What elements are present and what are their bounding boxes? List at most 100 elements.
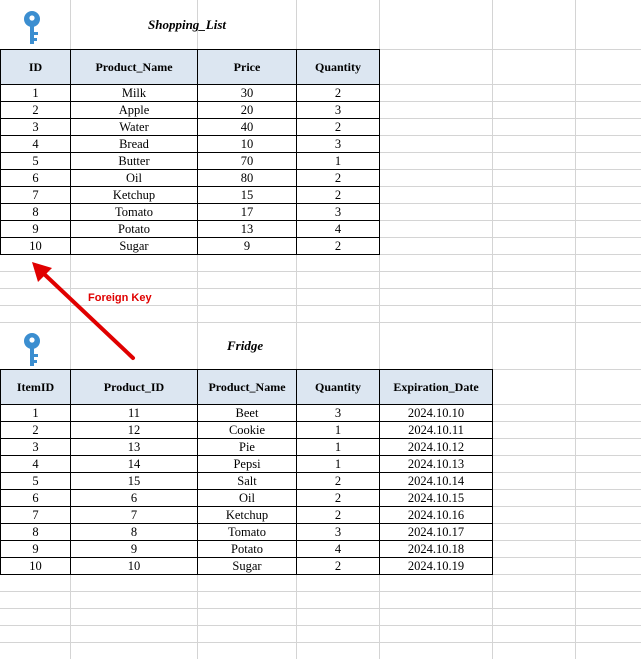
table-cell[interactable]: 2 — [296, 489, 380, 507]
table-cell[interactable]: 7 — [0, 506, 71, 524]
table-cell[interactable]: 2024.10.10 — [379, 404, 493, 422]
table-cell[interactable]: 2 — [296, 118, 380, 136]
table-cell[interactable]: 1 — [296, 438, 380, 456]
table-cell[interactable]: 6 — [0, 489, 71, 507]
table-cell[interactable]: 10 — [197, 135, 297, 153]
table-cell[interactable]: 8 — [0, 203, 71, 221]
table-cell[interactable]: 10 — [70, 557, 198, 575]
table-cell[interactable]: 15 — [197, 186, 297, 204]
table-row: 3 Water 40 2 — [0, 118, 380, 136]
table-cell[interactable]: 1 — [296, 421, 380, 439]
table-cell[interactable]: 1 — [296, 455, 380, 473]
table-cell[interactable]: Ketchup — [70, 186, 198, 204]
table-cell[interactable]: Tomato — [197, 523, 297, 541]
table-cell[interactable]: 10 — [0, 237, 71, 255]
table-cell[interactable]: Pie — [197, 438, 297, 456]
table-cell[interactable]: Pepsi — [197, 455, 297, 473]
table-cell[interactable]: Tomato — [70, 203, 198, 221]
table-cell[interactable]: 2024.10.13 — [379, 455, 493, 473]
table-cell[interactable]: Oil — [70, 169, 198, 187]
table-cell[interactable]: Cookie — [197, 421, 297, 439]
column-header-product-name[interactable]: Product_Name — [197, 369, 297, 405]
column-header-quantity[interactable]: Quantity — [296, 369, 380, 405]
table-cell[interactable]: 3 — [296, 101, 380, 119]
table-cell[interactable]: 9 — [0, 540, 71, 558]
table-cell[interactable]: Potato — [197, 540, 297, 558]
table-cell[interactable]: 3 — [296, 135, 380, 153]
table-cell[interactable]: Sugar — [70, 237, 198, 255]
table-cell[interactable]: Milk — [70, 84, 198, 102]
table-cell[interactable]: 2 — [296, 557, 380, 575]
table-cell[interactable]: 2024.10.14 — [379, 472, 493, 490]
table-cell[interactable]: Water — [70, 118, 198, 136]
table-cell[interactable]: 2 — [296, 472, 380, 490]
table-cell[interactable]: 9 — [197, 237, 297, 255]
table-cell[interactable]: 2 — [0, 421, 71, 439]
table-cell[interactable]: 3 — [296, 203, 380, 221]
table-cell[interactable]: 6 — [0, 169, 71, 187]
table-cell[interactable]: 5 — [0, 152, 71, 170]
table-cell[interactable]: 80 — [197, 169, 297, 187]
table-cell[interactable]: 4 — [0, 455, 71, 473]
table-cell[interactable]: 13 — [70, 438, 198, 456]
table-cell[interactable]: 4 — [296, 220, 380, 238]
table-cell[interactable]: 2024.10.15 — [379, 489, 493, 507]
table-cell[interactable]: 15 — [70, 472, 198, 490]
table-cell[interactable]: 14 — [70, 455, 198, 473]
table-cell[interactable]: 40 — [197, 118, 297, 136]
column-header-product-id[interactable]: Product_ID — [70, 369, 198, 405]
table-cell[interactable]: 2024.10.18 — [379, 540, 493, 558]
table-cell[interactable]: 9 — [0, 220, 71, 238]
table-cell[interactable]: 2024.10.11 — [379, 421, 493, 439]
table-cell[interactable]: 1 — [0, 84, 71, 102]
table-cell[interactable]: 2 — [296, 84, 380, 102]
table-cell[interactable]: 8 — [0, 523, 71, 541]
table-cell[interactable]: 17 — [197, 203, 297, 221]
table-cell[interactable]: 12 — [70, 421, 198, 439]
table-cell[interactable]: 7 — [0, 186, 71, 204]
table-cell[interactable]: 3 — [296, 404, 380, 422]
table-cell[interactable]: Potato — [70, 220, 198, 238]
table-cell[interactable]: 8 — [70, 523, 198, 541]
column-header-product-name[interactable]: Product_Name — [70, 49, 198, 85]
table-cell[interactable]: 30 — [197, 84, 297, 102]
table-cell[interactable]: 2 — [296, 169, 380, 187]
table-cell[interactable]: 2 — [296, 237, 380, 255]
column-header-quantity[interactable]: Quantity — [296, 49, 380, 85]
table-cell[interactable]: 10 — [0, 557, 71, 575]
table-cell[interactable]: 20 — [197, 101, 297, 119]
column-header-price[interactable]: Price — [197, 49, 297, 85]
table-cell[interactable]: Apple — [70, 101, 198, 119]
table-cell[interactable]: 2024.10.17 — [379, 523, 493, 541]
table-cell[interactable]: Bread — [70, 135, 198, 153]
column-header-expiration-date[interactable]: Expiration_Date — [379, 369, 493, 405]
table-cell[interactable]: 2 — [296, 506, 380, 524]
table-cell[interactable]: 7 — [70, 506, 198, 524]
table-cell[interactable]: 2024.10.19 — [379, 557, 493, 575]
table-cell[interactable]: 2 — [0, 101, 71, 119]
table-cell[interactable]: Sugar — [197, 557, 297, 575]
table-cell[interactable]: Salt — [197, 472, 297, 490]
table-cell[interactable]: 11 — [70, 404, 198, 422]
table-cell[interactable]: Ketchup — [197, 506, 297, 524]
table-cell[interactable]: 3 — [296, 523, 380, 541]
table-cell[interactable]: 1 — [0, 404, 71, 422]
table-cell[interactable]: 4 — [296, 540, 380, 558]
table-cell[interactable]: 4 — [0, 135, 71, 153]
table-cell[interactable]: Beet — [197, 404, 297, 422]
table-cell[interactable]: 13 — [197, 220, 297, 238]
table-cell[interactable]: 70 — [197, 152, 297, 170]
table-cell[interactable]: 9 — [70, 540, 198, 558]
column-header-id[interactable]: ID — [0, 49, 71, 85]
column-header-itemid[interactable]: ItemID — [0, 369, 71, 405]
table-cell[interactable]: 2024.10.12 — [379, 438, 493, 456]
table-cell[interactable]: 5 — [0, 472, 71, 490]
table-cell[interactable]: 6 — [70, 489, 198, 507]
table-cell[interactable]: Butter — [70, 152, 198, 170]
table-cell[interactable]: 2024.10.16 — [379, 506, 493, 524]
table-cell[interactable]: 2 — [296, 186, 380, 204]
table-cell[interactable]: 3 — [0, 438, 71, 456]
table-cell[interactable]: 3 — [0, 118, 71, 136]
table-cell[interactable]: Oil — [197, 489, 297, 507]
table-cell[interactable]: 1 — [296, 152, 380, 170]
